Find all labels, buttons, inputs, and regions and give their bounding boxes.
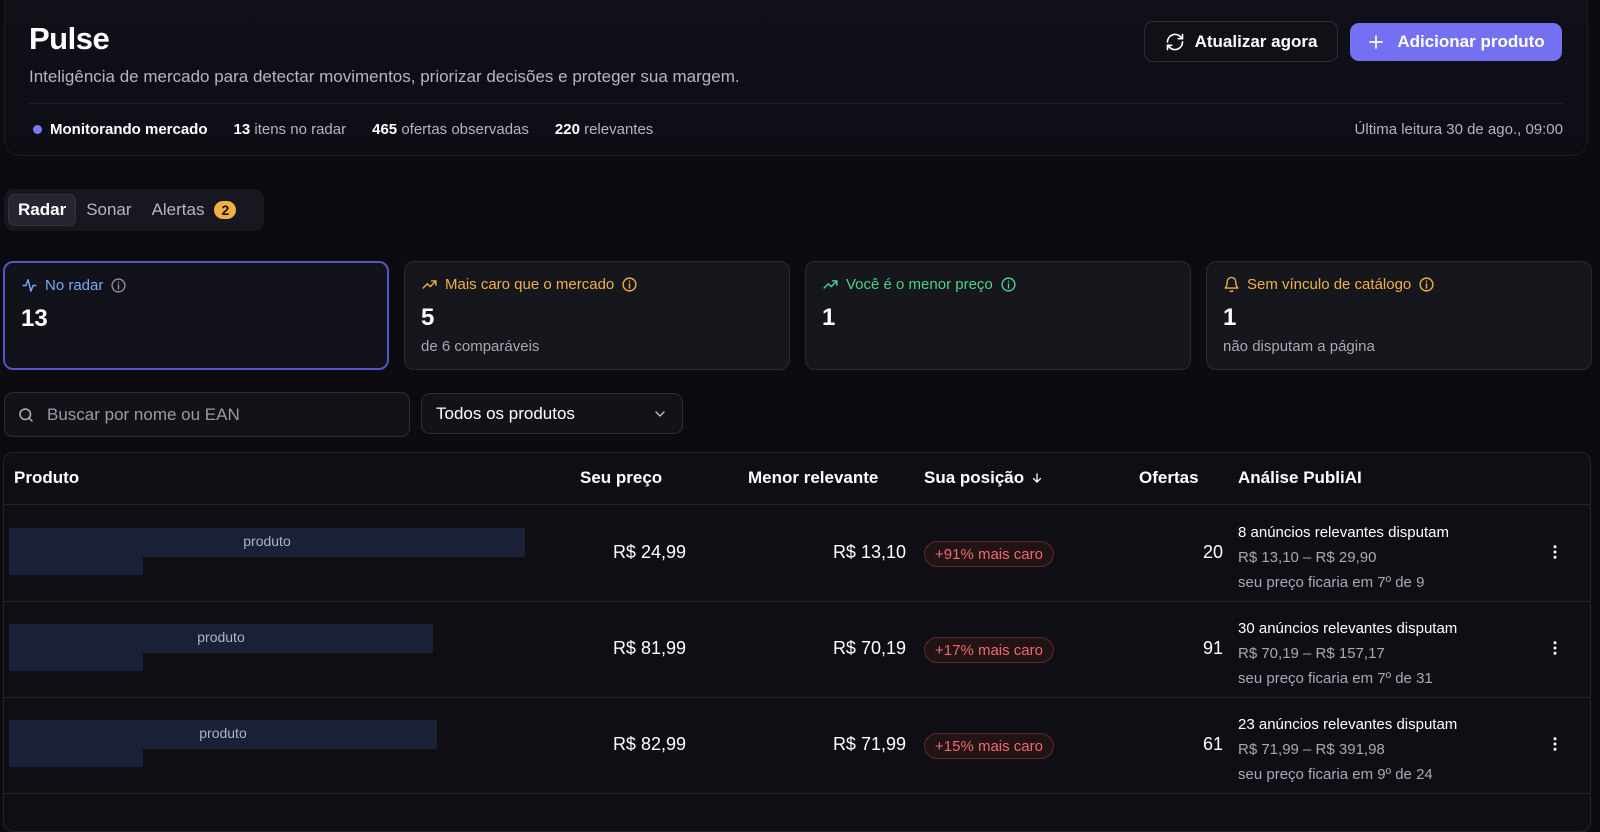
status-label: Monitorando mercado [50,121,208,138]
product-name: produto [9,720,437,749]
alerts-count-badge: 2 [214,201,237,219]
lowest-relevant-price: R$ 70,19 [832,638,906,658]
tab-radar[interactable]: Radar [8,194,77,226]
table-row[interactable]: produto R$ 24,99 R$ 13,10 +91% mais caro… [4,506,1590,602]
product-name: produto [9,528,525,557]
col-sua-posicao[interactable]: Sua posição [924,468,1044,488]
your-price: R$ 81,99 [612,638,686,658]
add-product-button[interactable]: Adicionar produto [1350,23,1562,61]
position-badge: +15% mais caro [924,733,1054,759]
refresh-label: Atualizar agora [1194,31,1318,51]
card-label: No radar [45,277,104,294]
col-seu-preco[interactable]: Seu preço [580,468,662,488]
card-value: 5 [421,304,435,331]
offers-count: 91 [1202,638,1223,658]
position-badge: +17% mais caro [924,637,1054,663]
last-read-timestamp: Última leitura 30 de ago., 09:00 [1354,121,1563,138]
card-sem-vinculo[interactable]: Sem vínculo de catálogo 1 não disputam a… [1206,261,1592,370]
sort-arrow-down-icon [1030,471,1044,485]
lowest-relevant-price: R$ 71,99 [832,734,906,754]
more-options-icon[interactable] [1546,542,1564,562]
card-value: 1 [1223,304,1237,331]
card-no-radar[interactable]: No radar 13 [3,261,389,370]
card-subtext: de 6 comparáveis [421,338,540,355]
info-icon[interactable] [1000,276,1017,293]
stat-offers: 465 ofertas observadas [372,121,529,138]
tab-sonar[interactable]: Sonar [76,194,141,226]
page-header: Pulse Inteligência de mercado para detec… [4,0,1588,156]
chevron-down-icon [652,406,668,422]
tab-alertas[interactable]: Alertas 2 [142,194,247,226]
col-analise[interactable]: Análise PubliAI [1238,468,1362,488]
activity-icon [21,277,38,294]
product-subtitle-placeholder [9,749,143,767]
info-icon[interactable] [110,277,127,294]
col-menor-relevante[interactable]: Menor relevante [748,468,878,488]
table-row[interactable]: produto R$ 82,99 R$ 71,99 +15% mais caro… [4,698,1590,794]
card-label: Mais caro que o mercado [445,276,615,293]
table-row[interactable]: produto R$ 81,99 R$ 70,19 +17% mais caro… [4,602,1590,698]
refresh-icon [1165,32,1185,52]
info-icon[interactable] [621,276,638,293]
analysis-cell: 8 anúncios relevantes disputam R$ 13,10 … [1238,524,1449,591]
header-divider [29,103,1563,104]
select-value: Todos os produtos [436,403,575,423]
view-tabs: Radar Sonar Alertas 2 [4,189,264,231]
col-ofertas[interactable]: Ofertas [1139,468,1199,488]
analysis-cell: 23 anúncios relevantes disputam R$ 71,99… [1238,716,1458,783]
status-dot-icon [33,125,42,134]
page-subtitle: Inteligência de mercado para detectar mo… [29,67,740,86]
offers-count: 61 [1202,734,1223,754]
card-mais-caro[interactable]: Mais caro que o mercado 5 de 6 comparáve… [404,261,790,370]
card-subtext: não disputam a página [1223,338,1375,355]
product-subtitle-placeholder [9,557,143,575]
offers-count: 20 [1202,542,1223,562]
status-row: Monitorando mercado 13 itens no radar 46… [29,121,679,138]
card-value: 13 [21,305,48,332]
plus-icon [1367,33,1385,51]
position-badge: +91% mais caro [924,541,1054,567]
product-filter-select[interactable]: Todos os produtos [421,393,683,434]
page-title: Pulse [29,21,110,56]
stat-relevant: 220 relevantes [554,121,654,138]
stat-items: 13 itens no radar [233,121,347,138]
product-subtitle-placeholder [9,653,143,671]
col-produto[interactable]: Produto [14,468,79,488]
products-table: Produto Seu preço Menor relevante Sua po… [3,452,1591,832]
table-header: Produto Seu preço Menor relevante Sua po… [4,453,1590,505]
trending-up-icon [421,276,438,293]
search-input[interactable] [47,404,387,425]
more-options-icon[interactable] [1546,638,1564,658]
product-name: produto [9,624,433,653]
trending-up-icon [822,276,839,293]
card-label: Você é o menor preço [846,276,993,293]
more-options-icon[interactable] [1546,734,1564,754]
info-icon[interactable] [1418,276,1435,293]
refresh-button[interactable]: Atualizar agora [1144,21,1338,62]
card-label: Sem vínculo de catálogo [1247,276,1412,293]
card-menor-preco[interactable]: Você é o menor preço 1 [805,261,1191,370]
add-product-label: Adicionar produto [1397,32,1545,51]
lowest-relevant-price: R$ 13,10 [832,542,906,562]
search-icon [17,406,35,424]
your-price: R$ 82,99 [612,734,686,754]
card-value: 1 [822,304,836,331]
your-price: R$ 24,99 [612,542,686,562]
search-box [4,392,410,437]
bell-icon [1223,276,1240,293]
analysis-cell: 30 anúncios relevantes disputam R$ 70,19… [1238,620,1458,687]
